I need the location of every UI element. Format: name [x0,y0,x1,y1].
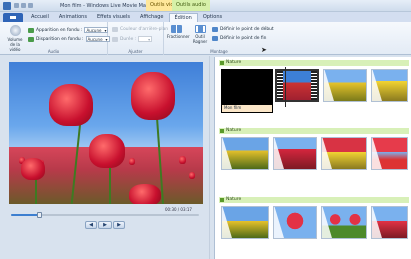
background-color-row: Couleur d'arrière-plan [112,27,168,32]
storyboard-clip[interactable] [321,137,367,170]
duration-dropdown[interactable] [138,36,153,42]
fade-out-row: Disparition en fondu : Aucune [28,36,110,42]
tulip-large-left [49,84,93,126]
next-frame-button[interactable]: ▶ [113,221,125,229]
fade-in-label: Apparition en fondu : [36,27,83,33]
storyboard-clip-selected[interactable] [275,69,319,102]
storyboard-clip[interactable] [273,206,317,239]
start-point-icon [212,27,218,32]
window-title: Mon film - Windows Live Movie Maker [60,3,154,9]
duration-label: Durée : [120,36,137,42]
film-strip-icon [311,71,317,100]
fade-out-label: Disparition en fondu : [36,36,84,42]
file-menu-button[interactable] [3,13,23,22]
film-strip-icon [277,71,283,100]
trim-icon [194,25,206,33]
save-icon[interactable] [14,3,19,8]
context-tab-audio-tools: Outils audio [172,0,210,11]
storyboard-clip[interactable] [221,206,269,239]
tab-visual-effects[interactable]: Effets visuels [92,13,135,22]
title-clip-label: Mon film [222,105,272,112]
playback-controls: ◀ ▶ ▶ [85,221,125,229]
storyboard-group-label: Nature [219,60,409,66]
storyboard-clip[interactable] [321,206,367,239]
adjust-group-label: Ajuster [128,49,143,54]
storyboard-clip[interactable] [371,206,408,239]
timecode: 00:30 / 03:17 [165,207,192,212]
previous-frame-button[interactable]: ◀ [85,221,97,229]
seek-bar-fill [11,214,40,216]
storyboard-clip[interactable] [273,137,317,170]
storyboard-group-label: Nature [219,197,409,203]
split-label: Fractionner [167,34,190,39]
tab-view[interactable]: Affichage [135,13,169,22]
undo-icon[interactable] [21,3,26,8]
tab-animations[interactable]: Animations [54,13,92,22]
tulip-large-right [131,72,175,120]
tulip [189,172,195,179]
tab-edit[interactable]: Édition [168,13,198,22]
tulip-middle [89,134,125,168]
split-button[interactable]: Fractionner [167,25,190,39]
storyboard-clip[interactable] [371,137,408,170]
set-start-point-row[interactable]: Définir le point de début [212,27,274,32]
split-icon [170,25,182,33]
pane-divider[interactable] [209,56,210,259]
mouse-cursor-icon: ➤ [261,46,267,54]
fade-in-row: Apparition en fondu : Aucune [28,27,109,33]
tulip [179,156,186,164]
background-color-button[interactable]: Couleur d'arrière-plan [120,27,168,32]
tab-options[interactable]: Options [198,13,227,22]
editing-group: Fractionner Outil Rogner Définir le poin… [164,22,274,55]
set-end-point-row[interactable]: Définir le point de fin [212,36,266,41]
storyboard-clip[interactable] [221,137,269,170]
tab-home[interactable]: Accueil [26,13,54,22]
app-menu-icon[interactable] [3,2,11,10]
ribbon-tabs: Accueil Animations Effets visuels Affich… [0,12,411,22]
set-start-point-button[interactable]: Définir le point de début [220,27,274,32]
title-bar: Mon film - Windows Live Movie Maker Outi… [0,0,411,12]
seek-bar-knob[interactable] [37,212,43,218]
ribbon: Volume de la vidéo Apparition en fondu :… [0,22,411,55]
trim-label: Outil Rogner [192,34,208,44]
quick-access-toolbar [14,3,33,8]
storyboard-clip[interactable] [323,69,367,102]
preview-pane: 00:30 / 03:17 ◀ ▶ ▶ [7,60,203,240]
end-point-icon [212,36,218,41]
adjust-group: Couleur d'arrière-plan Durée : Ajuster [108,22,168,55]
video-preview[interactable] [9,62,203,204]
tulip-small-left [21,158,45,180]
storyboard-group-label: Nature [219,128,409,134]
storyboard-clip[interactable] [371,69,408,102]
tulip [129,158,135,165]
fade-out-icon [28,36,34,42]
editing-group-label: Montage [210,49,228,54]
fade-in-icon [28,27,34,33]
storyboard: Nature Mon film Nature Nature [214,57,411,259]
paint-bucket-icon [112,27,118,32]
seek-bar[interactable] [11,212,199,218]
set-end-point-button[interactable]: Définir le point de fin [220,36,266,41]
speaker-icon [9,25,21,36]
tulip-stem [109,167,111,204]
playhead[interactable] [285,67,286,107]
clock-icon [112,36,118,42]
trim-tool-button[interactable]: Outil Rogner [191,25,209,44]
redo-icon[interactable] [28,3,33,8]
fade-out-dropdown[interactable]: Aucune [85,36,110,42]
tulip-bottom [129,184,161,204]
fade-in-dropdown[interactable]: Aucune [84,27,109,33]
audio-group: Volume de la vidéo Apparition en fondu :… [0,22,110,55]
audio-group-label: Audio [47,49,60,54]
title-clip[interactable]: Mon film [221,69,273,113]
duration-row: Durée : [112,36,153,42]
play-button[interactable]: ▶ [98,221,112,229]
video-volume-button[interactable]: Volume de la vidéo [5,25,25,52]
